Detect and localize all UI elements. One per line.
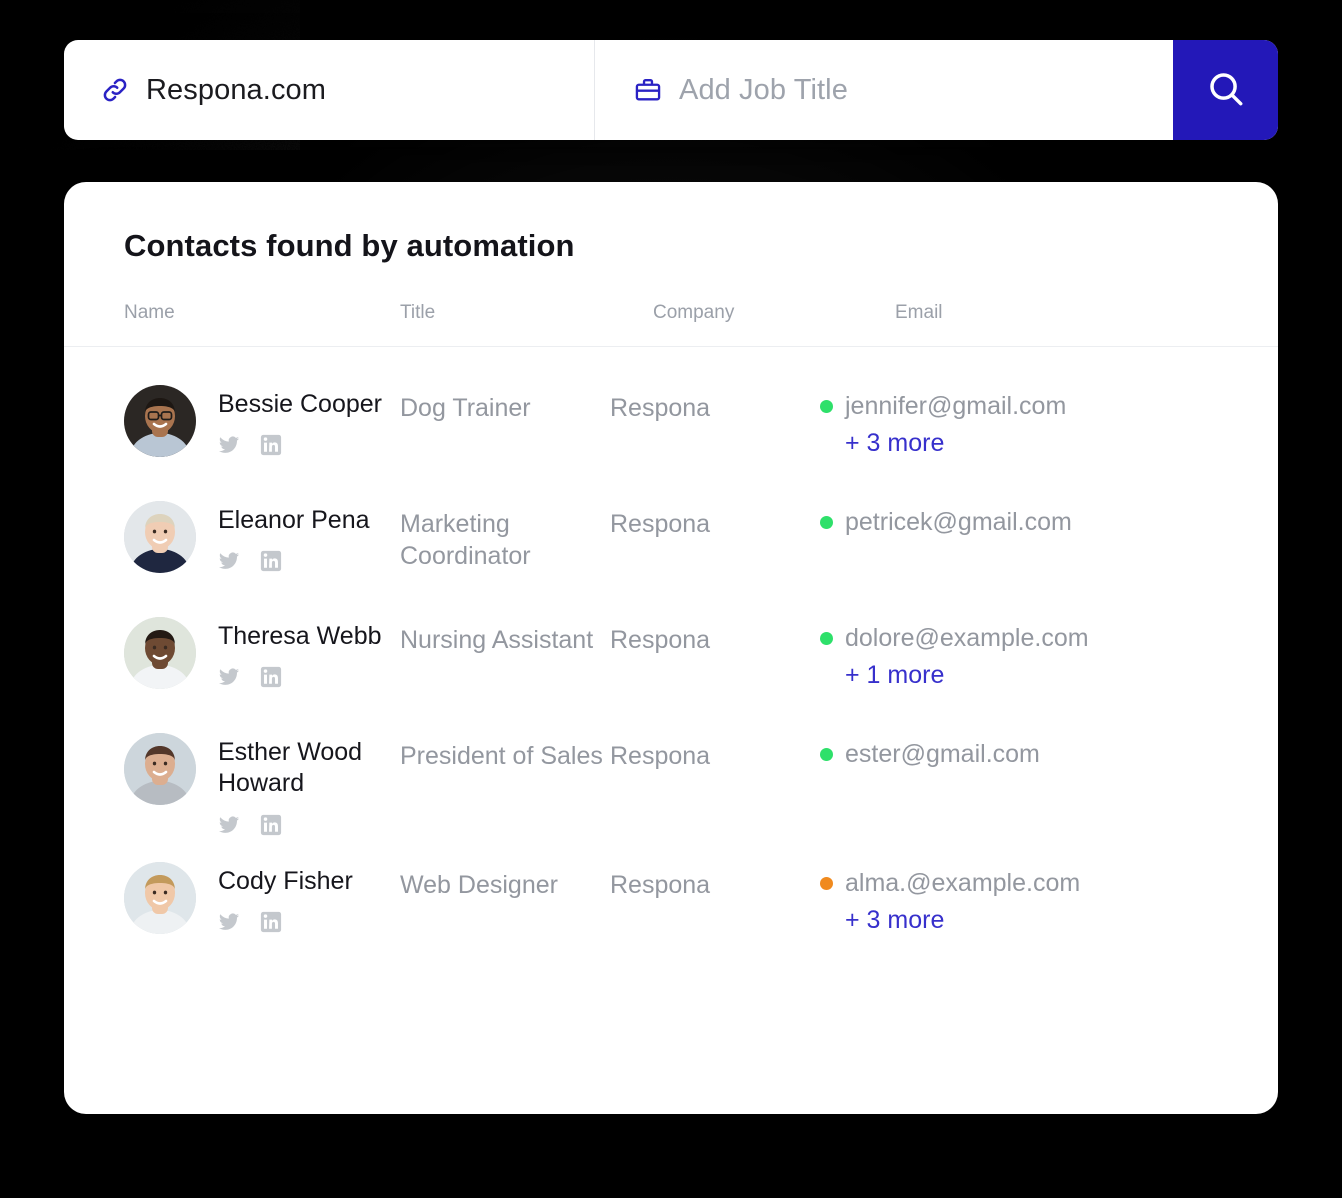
contact-title: Dog Trainer (400, 394, 531, 422)
more-emails-link[interactable]: + 3 more (845, 906, 1278, 935)
contact-company: Respona (610, 742, 711, 770)
contact-company: Respona (610, 626, 711, 654)
social-links (218, 814, 400, 836)
contact-name: Theresa Webb (218, 622, 382, 650)
contact-email: ester@gmail.com (845, 740, 1040, 768)
contact-email-cell: dolore@example.com + 1 more (820, 617, 1278, 690)
contact-name-cell: Theresa Webb (64, 617, 400, 689)
job-title-placeholder: Add Job Title (679, 73, 848, 106)
contact-title: President of Sales (400, 742, 603, 770)
contact-email-cell: alma.@example.com + 3 more (820, 862, 1278, 935)
contact-email: petricek@gmail.com (845, 508, 1072, 536)
contact-title: Marketing Coordinator (400, 510, 531, 570)
contact-name-cell: Eleanor Pena (64, 501, 400, 573)
status-badge (820, 876, 833, 890)
website-field[interactable]: Respona.com (64, 40, 595, 140)
linkedin-icon[interactable] (260, 550, 282, 572)
twitter-icon[interactable] (218, 911, 240, 933)
contact-title: Nursing Assistant (400, 626, 594, 654)
status-badge (820, 400, 833, 413)
column-header-email: Email (895, 302, 943, 323)
contact-title: Web Designer (400, 870, 558, 899)
column-header-company: Company (653, 302, 735, 323)
table-row[interactable]: Cody Fisher Web Designer Respona alma.@exam… (64, 836, 1278, 952)
status-badge (820, 516, 833, 529)
contact-name: Cody Fisher (218, 866, 353, 895)
contact-company: Respona (610, 394, 711, 422)
social-links (218, 550, 370, 572)
avatar (124, 617, 196, 689)
search-bar: Respona.com Add Job Title (64, 40, 1278, 140)
contact-company: Respona (610, 870, 711, 899)
twitter-icon[interactable] (218, 666, 240, 688)
website-value: Respona.com (146, 73, 327, 106)
contacts-results-card: Contacts found by automation Name Title … (64, 182, 1278, 1114)
linkedin-icon[interactable] (260, 434, 282, 456)
table-row[interactable]: Eleanor Pena Marketing Coordinator Respona… (64, 475, 1278, 591)
page-title: Contacts found by automation (124, 228, 575, 263)
avatar (124, 385, 196, 457)
table-row[interactable]: Bessie Cooper Dog Trainer Respona jennifer@… (64, 359, 1278, 475)
contact-name-cell: Cody Fisher (64, 861, 400, 934)
social-links (218, 666, 382, 688)
more-emails-link[interactable]: + 1 more (845, 661, 1278, 690)
contacts-list: Bessie Cooper Dog Trainer Respona jennifer@… (64, 347, 1278, 952)
avatar (124, 861, 196, 934)
contact-name-cell: Esther Wood Howard (64, 733, 400, 836)
status-badge (820, 632, 833, 645)
more-emails-link[interactable]: + 3 more (845, 429, 1278, 458)
contact-email: jennifer@gmail.com (845, 392, 1067, 420)
table-header-row: Name Title Company Email (64, 264, 1278, 347)
linkedin-icon[interactable] (260, 666, 282, 688)
contact-company: Respona (610, 510, 711, 538)
contact-email-cell: petricek@gmail.com (820, 501, 1278, 537)
twitter-icon[interactable] (218, 550, 240, 572)
column-header-name: Name (124, 302, 175, 323)
briefcase-icon (631, 73, 665, 107)
status-badge (820, 748, 833, 761)
contact-email-cell: ester@gmail.com (820, 733, 1278, 769)
avatar (124, 501, 196, 573)
table-row[interactable]: Esther Wood Howard President of Sales Resp… (64, 707, 1278, 836)
job-title-field[interactable]: Add Job Title (595, 40, 1173, 140)
social-links (218, 434, 382, 456)
column-header-title: Title (400, 302, 436, 323)
search-icon (1205, 68, 1247, 113)
contact-email: dolore@example.com (845, 624, 1089, 652)
linkedin-icon[interactable] (260, 911, 282, 933)
social-links (218, 911, 353, 933)
twitter-icon[interactable] (218, 814, 240, 836)
contact-name-cell: Bessie Cooper (64, 385, 400, 457)
contact-email: alma.@example.com (845, 868, 1081, 897)
search-button[interactable] (1173, 40, 1278, 140)
contact-name: Esther Wood Howard (218, 738, 363, 798)
contact-name: Eleanor Pena (218, 506, 370, 534)
table-row[interactable]: Theresa Webb Nursing Assistant Respona dolo… (64, 591, 1278, 707)
linkedin-icon[interactable] (260, 814, 282, 836)
contact-name: Bessie Cooper (218, 390, 382, 418)
link-icon (98, 73, 132, 107)
contact-email-cell: jennifer@gmail.com + 3 more (820, 385, 1278, 458)
avatar (124, 733, 196, 805)
twitter-icon[interactable] (218, 434, 240, 456)
